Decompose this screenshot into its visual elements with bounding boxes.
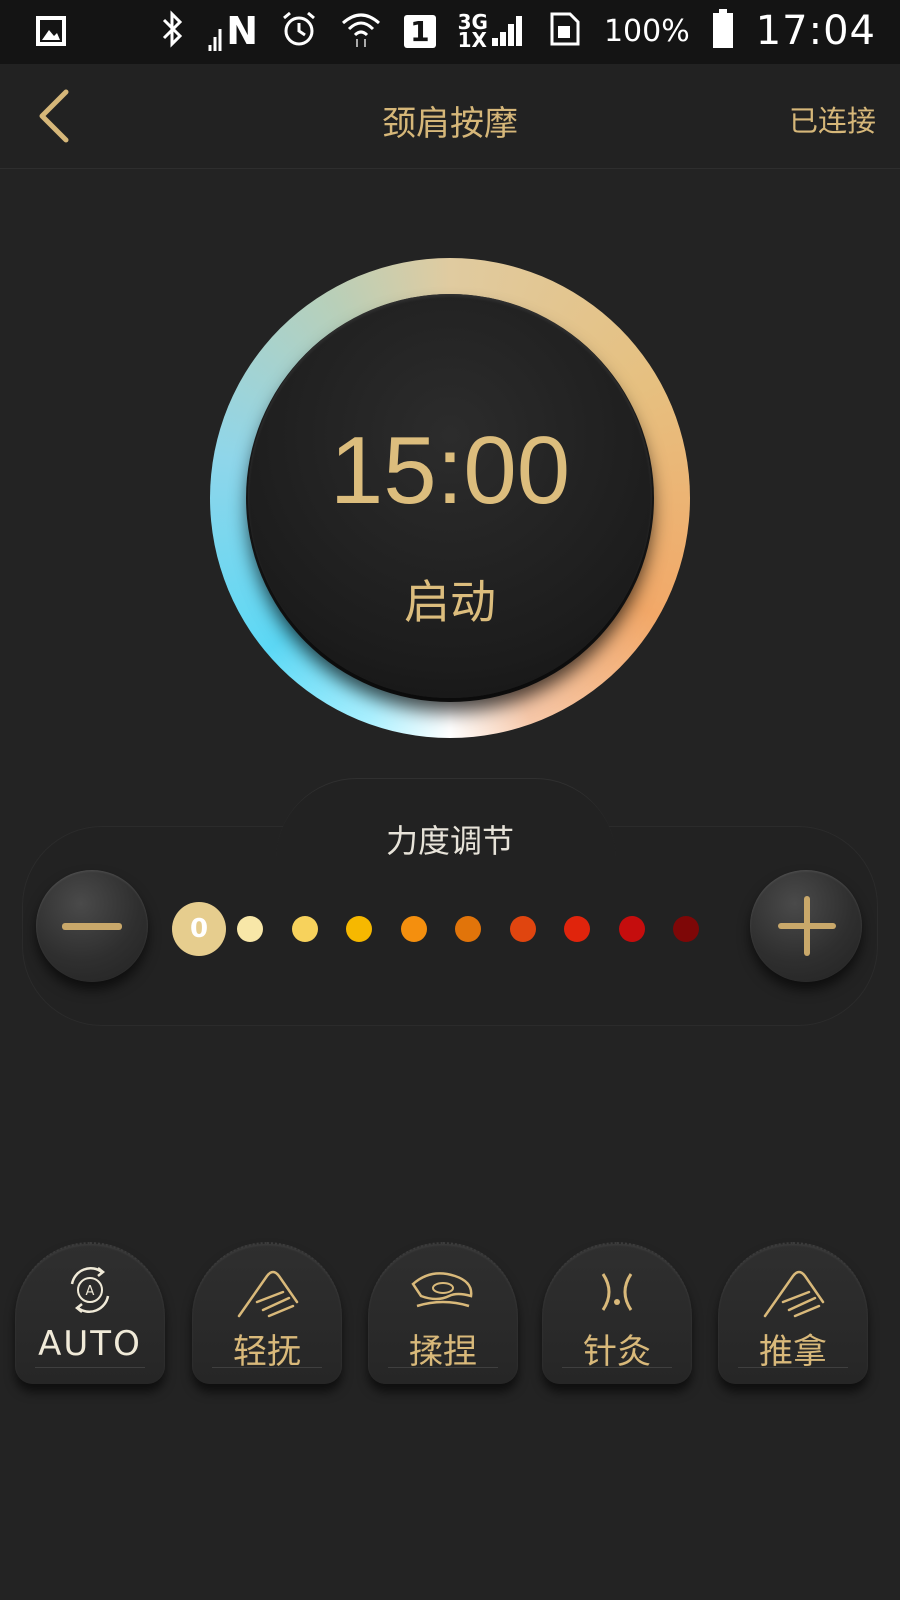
mode-label: 揉捏	[409, 1332, 477, 1372]
battery-percentage: 100%	[603, 13, 690, 49]
mobile-network-indicator: 3G 1X	[457, 12, 526, 52]
connection-status: 已连接	[788, 104, 876, 138]
decrease-strength-button[interactable]	[36, 870, 148, 982]
alarm-icon	[280, 10, 318, 52]
hand-stroke-icon	[192, 1262, 342, 1318]
page-title: 颈肩按摩	[382, 104, 518, 144]
app-header: 颈肩按摩 已连接	[0, 64, 900, 169]
strength-level-dot-9[interactable]	[673, 916, 699, 942]
sim-slot-badge: 1	[404, 14, 436, 48]
signal-strength-icon	[491, 16, 522, 46]
strength-level-dot-3[interactable]	[346, 916, 372, 942]
hand-knead-icon	[368, 1262, 518, 1318]
clock: 17:04	[755, 8, 876, 54]
auto-cycle-icon: A	[15, 1262, 165, 1318]
network-type-bottom: 1X	[457, 28, 487, 52]
mode-label: 推拿	[759, 1332, 827, 1372]
strength-level-dot-4[interactable]	[400, 916, 427, 942]
acupuncture-icon	[542, 1262, 692, 1318]
mode-underline	[738, 1367, 848, 1368]
hand-push-icon	[718, 1262, 868, 1318]
mode-label: AUTO	[38, 1324, 142, 1364]
nfc-letter: N	[226, 9, 259, 53]
battery-icon	[712, 9, 734, 53]
timer-display: 15:00	[329, 417, 571, 524]
strength-level-dot-7[interactable]	[564, 916, 590, 942]
gallery-notification-icon	[34, 14, 68, 52]
mode-underline	[388, 1367, 498, 1368]
mode-button-acupuncture[interactable]: 针灸	[542, 1242, 692, 1384]
mode-button-push-grasp[interactable]: 推拿	[718, 1242, 868, 1384]
sim-card-icon	[548, 10, 582, 52]
mode-button-light-stroke[interactable]: 轻抚	[192, 1242, 342, 1384]
svg-text:A: A	[86, 1284, 95, 1299]
strength-level-current[interactable]: 0	[172, 902, 226, 956]
status-bar: N 1 3G 1X 100% 17:04	[0, 0, 900, 64]
nfc-icon: N	[208, 9, 258, 53]
start-label: 启动	[404, 575, 496, 629]
strength-level-dot-1[interactable]	[237, 916, 263, 942]
mode-underline	[35, 1367, 145, 1368]
strength-level-dot-5[interactable]	[455, 916, 481, 942]
mode-button-auto[interactable]: A AUTO	[15, 1242, 165, 1384]
mode-label: 针灸	[583, 1332, 651, 1372]
mode-label: 轻抚	[233, 1332, 301, 1372]
strength-label: 力度调节	[385, 822, 514, 860]
strength-level-dot-6[interactable]	[509, 916, 536, 942]
mode-underline	[212, 1367, 322, 1368]
start-button[interactable]: 15:00 启动	[248, 294, 652, 698]
wifi-icon	[340, 9, 382, 53]
strength-level-dot-2[interactable]	[291, 916, 318, 942]
strength-level-dot-8[interactable]	[618, 916, 645, 942]
timer-dial: 15:00 启动	[210, 258, 690, 738]
mode-underline	[562, 1367, 672, 1368]
minus-icon	[62, 923, 122, 930]
mode-button-knead[interactable]: 揉捏	[368, 1242, 518, 1384]
bluetooth-icon	[160, 10, 186, 52]
increase-strength-button[interactable]	[750, 870, 862, 982]
